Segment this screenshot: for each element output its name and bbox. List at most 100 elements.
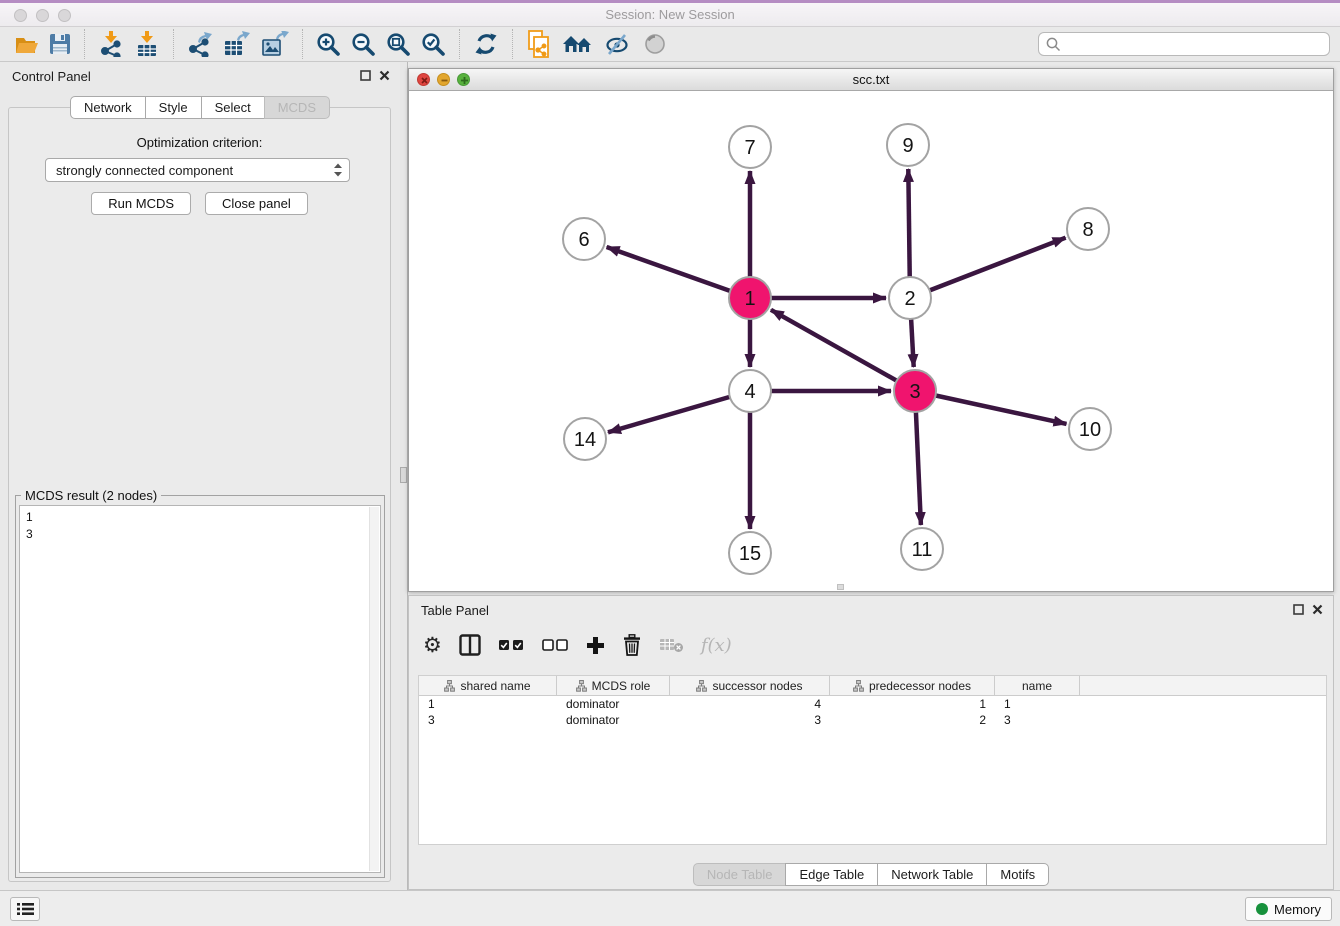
tab-mcds[interactable]: MCDS	[264, 96, 330, 119]
cell-1-3[interactable]: 2	[830, 713, 995, 727]
graph-node-label-6: 6	[578, 229, 589, 251]
float-panel-icon[interactable]	[360, 70, 371, 81]
refresh-button[interactable]	[473, 29, 499, 59]
cell-0-2[interactable]: 4	[670, 697, 830, 711]
export-image-button[interactable]	[261, 29, 289, 59]
divider-grip[interactable]	[400, 467, 407, 483]
select-all-button[interactable]	[498, 630, 525, 660]
right-area: scc.txt 7968124314101511 Table Panel	[408, 62, 1340, 890]
import-network-button[interactable]	[98, 29, 124, 59]
tab-style[interactable]: Style	[145, 96, 202, 119]
open-file-button[interactable]	[15, 29, 39, 59]
search-field[interactable]	[1038, 32, 1330, 56]
home-button[interactable]	[562, 29, 594, 59]
task-history-button[interactable]	[10, 897, 40, 921]
cell-1-1[interactable]: dominator	[557, 713, 670, 727]
deselect-all-button[interactable]	[542, 630, 569, 660]
network-zoom-button[interactable]	[457, 73, 470, 86]
window-minimize-button[interactable]	[36, 9, 49, 22]
table-tab-edge-table[interactable]: Edge Table	[785, 863, 878, 886]
cell-0-3[interactable]: 1	[830, 697, 995, 711]
export-table-button[interactable]	[223, 29, 251, 59]
cell-1-2[interactable]: 3	[670, 713, 830, 727]
add-column-button[interactable]	[586, 630, 605, 660]
graph-node-label-9: 9	[902, 135, 913, 157]
mcds-result-area[interactable]: 1 3	[19, 505, 381, 873]
import-table-button[interactable]	[134, 29, 160, 59]
tab-select[interactable]: Select	[201, 96, 265, 119]
save-session-button[interactable]	[49, 29, 71, 59]
cell-1-0[interactable]: 3	[419, 713, 557, 727]
show-column-panel-button[interactable]	[459, 630, 481, 660]
titlebar: Session: New Session	[0, 0, 1340, 27]
zoom-in-button[interactable]	[316, 29, 341, 59]
graph-edge-1-6[interactable]	[607, 247, 750, 298]
network-window-titlebar[interactable]: scc.txt	[409, 69, 1333, 91]
cell-0-4[interactable]: 1	[995, 697, 1080, 711]
network-close-button[interactable]	[417, 73, 430, 86]
graph-edge-3-1[interactable]	[771, 310, 915, 391]
column-header-MCDS-role[interactable]: MCDS role	[557, 676, 670, 695]
run-mcds-button[interactable]: Run MCDS	[91, 192, 191, 215]
table-row-0[interactable]: 1dominator411	[419, 696, 1326, 712]
cell-0-0[interactable]: 1	[419, 697, 557, 711]
network-canvas[interactable]: 7968124314101511	[409, 91, 1333, 591]
copy-network-view-button[interactable]	[526, 29, 552, 59]
zoom-selected-button[interactable]	[421, 29, 446, 59]
window-close-button[interactable]	[14, 9, 27, 22]
canvas-grip[interactable]	[837, 584, 844, 590]
search-icon	[1046, 37, 1061, 52]
window-zoom-button[interactable]	[58, 9, 71, 22]
graph-edge-3-10[interactable]	[915, 391, 1067, 424]
search-input[interactable]	[1066, 37, 1322, 52]
hide-details-button[interactable]	[604, 29, 632, 59]
cell-0-1[interactable]: dominator	[557, 697, 670, 711]
export-network-button[interactable]	[187, 29, 213, 59]
import-table-icon	[134, 31, 160, 57]
column-header-name[interactable]: name	[995, 676, 1080, 695]
panel-divider[interactable]	[400, 62, 408, 890]
optimization-criterion-select[interactable]: strongly connected component	[45, 158, 350, 182]
float-table-panel-icon[interactable]	[1293, 604, 1304, 615]
graph-node-label-10: 10	[1079, 419, 1101, 441]
select-stepper-icon	[333, 163, 343, 177]
graph-edge-4-14[interactable]	[608, 391, 750, 432]
column-header-shared-name[interactable]: shared name	[419, 676, 557, 695]
show-details-button[interactable]	[642, 29, 668, 59]
mcds-result-text: 1 3	[20, 506, 368, 872]
tab-network[interactable]: Network	[70, 96, 146, 119]
table-tabs: Node TableEdge TableNetwork TableMotifs	[409, 863, 1333, 886]
select-all-icon	[498, 638, 525, 652]
control-panel-tabs: NetworkStyleSelectMCDS	[0, 96, 400, 119]
cell-1-4[interactable]: 3	[995, 713, 1080, 727]
list-icon	[17, 902, 34, 916]
table-tab-network-table[interactable]: Network Table	[877, 863, 987, 886]
selected-criterion: strongly connected component	[56, 163, 333, 178]
close-table-panel-icon[interactable]	[1312, 604, 1323, 615]
zoom-fit-button[interactable]	[386, 29, 411, 59]
close-panel-icon[interactable]	[379, 70, 390, 81]
column-header-successor-nodes[interactable]: successor nodes	[670, 676, 830, 695]
column-header-predecessor-nodes[interactable]: predecessor nodes	[830, 676, 995, 695]
close-panel-button[interactable]: Close panel	[205, 192, 308, 215]
table-toolbar: ⚙	[423, 626, 1323, 664]
result-scrollbar[interactable]	[369, 507, 379, 871]
delete-column-button[interactable]	[622, 630, 642, 660]
control-panel-header: Control Panel	[0, 62, 400, 90]
application-window: Session: New Session	[0, 0, 1340, 926]
table-tab-node-table[interactable]: Node Table	[693, 863, 787, 886]
graph-edge-2-8[interactable]	[910, 238, 1066, 298]
table-settings-button[interactable]: ⚙	[423, 630, 442, 660]
graph-node-label-8: 8	[1082, 219, 1093, 241]
table-row-1[interactable]: 3dominator323	[419, 712, 1326, 728]
export-image-icon	[261, 31, 289, 57]
shared-column-icon	[696, 680, 707, 692]
memory-button[interactable]: Memory	[1245, 897, 1332, 921]
network-minimize-button[interactable]	[437, 73, 450, 86]
table-tab-motifs[interactable]: Motifs	[986, 863, 1049, 886]
zoom-out-button[interactable]	[351, 29, 376, 59]
memory-label: Memory	[1274, 902, 1321, 917]
toolbar-separator	[84, 29, 85, 59]
memory-status-dot	[1256, 903, 1268, 915]
zoom-fit-icon	[386, 32, 411, 57]
